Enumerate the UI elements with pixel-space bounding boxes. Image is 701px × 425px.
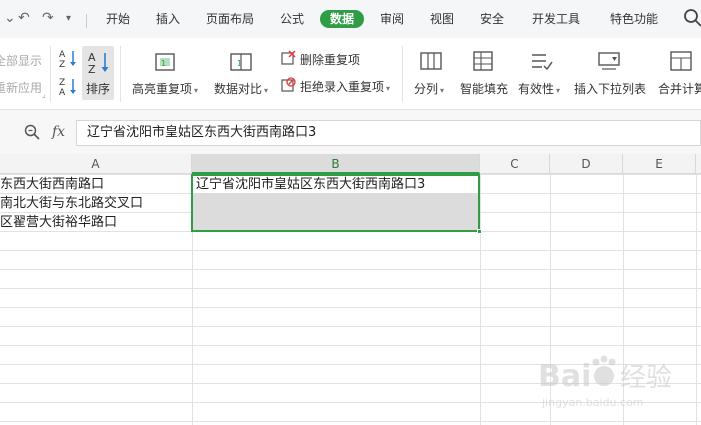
undo-icon[interactable]: ↶: [18, 10, 30, 26]
grid-line: [480, 174, 481, 425]
tab-developer[interactable]: 开发工具: [530, 10, 582, 28]
search-icon[interactable]: [683, 8, 701, 28]
ribbon-separator: [120, 46, 121, 102]
remove-duplicates-button[interactable]: 删除重复项: [300, 51, 360, 68]
selection-border: [191, 174, 480, 232]
tab-insert[interactable]: 插入: [154, 10, 182, 28]
sort-button[interactable]: A Z 排序: [82, 46, 114, 100]
menu-separator: [86, 14, 87, 28]
column-header-a[interactable]: A: [0, 154, 192, 174]
cell-a1[interactable]: 东西大街西南路口: [0, 175, 190, 194]
sort-label: 排序: [86, 82, 111, 96]
insert-dropdown-list-button[interactable]: 插入下拉列表: [574, 80, 646, 97]
reject-duplicates-icon: [281, 77, 296, 92]
column-header-e[interactable]: E: [623, 154, 696, 174]
smart-fill-button[interactable]: 智能填充: [460, 80, 508, 97]
column-header-d[interactable]: D: [550, 154, 623, 174]
ribbon-separator: [50, 46, 51, 102]
insert-dropdown-list-icon: [598, 52, 620, 70]
data-compare-button[interactable]: 数据对比 ▾: [214, 80, 268, 97]
svg-text:A: A: [59, 50, 66, 60]
zoom-icon[interactable]: [24, 124, 40, 140]
tab-start[interactable]: 开始: [104, 10, 132, 28]
fx-icon[interactable]: fx: [52, 124, 65, 140]
svg-text:Bai: Bai: [538, 359, 591, 394]
column-header-row: A B C D E: [0, 154, 701, 174]
reapply-button[interactable]: 重新应用: [0, 79, 42, 96]
group-expand-icon[interactable]: ⌟: [42, 90, 46, 99]
tab-special-features[interactable]: 特色功能: [608, 10, 660, 28]
data-compare-icon: 1: [230, 53, 252, 71]
fill-handle[interactable]: [477, 229, 482, 234]
validity-button[interactable]: 有效性 ▾: [518, 80, 560, 97]
tab-data[interactable]: 数据: [320, 10, 364, 28]
tab-formula[interactable]: 公式: [278, 10, 306, 28]
reject-duplicates-button[interactable]: 拒绝录入重复项 ▾: [300, 78, 390, 95]
cell-a2[interactable]: 南北大街与东北路交叉口: [0, 194, 190, 213]
sort-ascending-icon[interactable]: A Z: [58, 48, 78, 68]
column-header-b[interactable]: B: [192, 154, 480, 174]
svg-text:jingyan.baidu.com: jingyan.baidu.com: [541, 396, 644, 409]
split-columns-button[interactable]: 分列 ▾: [414, 80, 444, 97]
merge-calculation-icon: [670, 51, 692, 71]
formula-input[interactable]: 辽宁省沈阳市皇姑区东西大街西南路口3: [76, 120, 701, 146]
show-all-button[interactable]: 全部显示: [0, 52, 42, 69]
cell-a3[interactable]: 区翟营大街裕华路口: [0, 213, 190, 232]
svg-text:Z: Z: [59, 78, 65, 88]
column-header-c[interactable]: C: [480, 154, 550, 174]
chevron-down-icon[interactable]: ⌄: [4, 10, 16, 26]
merge-calculation-button[interactable]: 合并计算: [658, 80, 701, 97]
highlight-duplicates-icon: 1: [155, 53, 175, 71]
svg-text:1: 1: [161, 59, 166, 68]
ribbon-separator: [402, 46, 403, 102]
sort-descending-icon[interactable]: Z A: [58, 76, 78, 96]
tab-page-layout[interactable]: 页面布局: [204, 10, 256, 28]
svg-text:Z: Z: [59, 60, 65, 68]
quick-access-dropdown-icon[interactable]: ▾: [66, 13, 71, 24]
tab-review[interactable]: 审阅: [378, 10, 406, 28]
svg-text:A: A: [59, 88, 66, 96]
remove-duplicates-icon: [281, 50, 296, 65]
svg-text:经验: 经验: [620, 363, 672, 393]
ribbon: 全部显示 重新应用 ⌟ A Z Z A A Z 排序 1 高亮重复项 ▾ 1 数…: [0, 38, 701, 110]
sort-icon: A Z: [88, 51, 109, 74]
tab-security[interactable]: 安全: [478, 10, 506, 28]
tab-view[interactable]: 视图: [428, 10, 456, 28]
svg-text:Z: Z: [88, 63, 96, 74]
smart-fill-icon: [473, 51, 493, 71]
validity-icon: [532, 54, 553, 71]
split-columns-icon: [420, 52, 442, 70]
redo-icon[interactable]: ↷: [42, 10, 54, 26]
baidu-jingyan-watermark-logo: Bai 经验 jingyan.baidu.com: [538, 355, 672, 409]
menu-bar: ⌄ ↶ ↷ ▾ 开始 插入 页面布局 公式 数据 审阅 视图 安全 开发工具 特…: [0, 0, 701, 38]
highlight-duplicates-button[interactable]: 高亮重复项 ▾: [132, 80, 198, 97]
svg-text:1: 1: [237, 59, 242, 68]
